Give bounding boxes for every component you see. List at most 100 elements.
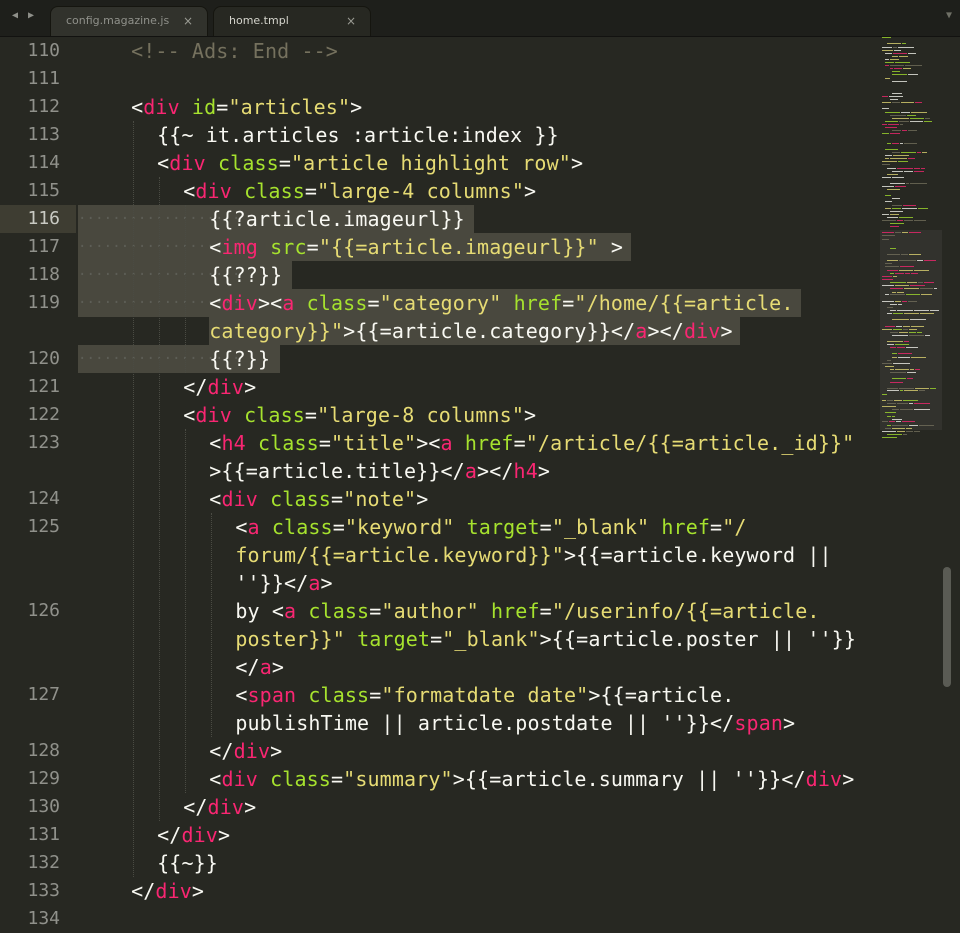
minimap-line: [892, 291, 896, 293]
code-token: >: [720, 319, 733, 343]
minimap-line: [899, 387, 914, 389]
code-line[interactable]: >{{=article.title}}</a></h4>: [209, 457, 550, 485]
line-number: 125: [27, 516, 60, 537]
code-line[interactable]: <div class="large-4 columns">: [183, 177, 536, 205]
minimap-line: [882, 49, 893, 51]
code-line[interactable]: </div>: [209, 737, 282, 765]
code-line[interactable]: {{~}}: [157, 849, 218, 877]
minimap-line: [919, 424, 935, 426]
tab-close-icon[interactable]: ×: [346, 7, 356, 35]
tab-back-icon[interactable]: ◀: [8, 9, 22, 23]
code-line[interactable]: </div>: [131, 877, 204, 905]
code-line[interactable]: <!-- Ads: End -->: [131, 37, 338, 65]
code-token: "articles": [228, 95, 351, 119]
minimap-line: [889, 272, 895, 274]
minimap-line: [882, 300, 895, 302]
minimap-line: [887, 402, 896, 404]
line-number: 131: [27, 824, 60, 845]
code-line[interactable]: <div><a class="category" href="/home/{{=…: [209, 289, 793, 317]
minimap-line: [919, 288, 933, 290]
code-line[interactable]: publishTime || article.postdate || ''}}<…: [235, 709, 795, 737]
minimap-line: [901, 43, 906, 45]
minimap-line: [907, 52, 916, 54]
line-number-gutter[interactable]: 110 111 112 113 114 115 116 117 118 119 120 121 122 1…: [0, 37, 76, 929]
code-token: <!-- Ads: End -->: [131, 39, 338, 63]
code-line[interactable]: ''}}</a>: [235, 569, 332, 597]
code-line[interactable]: <div class="summary">{{=article.summary …: [209, 765, 854, 793]
minimap-line: [887, 359, 892, 361]
indent-guide: [185, 429, 187, 793]
tab-home-tmpl[interactable]: home.tmpl ×: [213, 6, 371, 36]
tab-config-magazine[interactable]: config.magazine.js ×: [50, 6, 208, 36]
minimap-line: [887, 313, 893, 315]
minimap-line: [910, 285, 926, 287]
code-token: <: [131, 95, 144, 119]
minimap-line: [897, 46, 915, 48]
code-line[interactable]: {{??}}: [209, 261, 282, 289]
minimap-line: [884, 126, 897, 128]
code-token: <: [209, 487, 222, 511]
code-line[interactable]: category}}">{{=article.category}}</a></d…: [209, 317, 732, 345]
minimap-line: [884, 201, 893, 203]
code-token: >{{=article.: [588, 683, 735, 707]
minimap-line: [921, 152, 927, 153]
minimap-line: [896, 291, 904, 293]
code-line[interactable]: </div>: [183, 793, 256, 821]
code-token: "large-4 columns": [317, 179, 525, 203]
minimap-line: [882, 102, 892, 104]
minimap-line: [904, 340, 909, 342]
code-token: "summary": [343, 767, 453, 791]
tab-close-icon[interactable]: ×: [183, 7, 193, 35]
code-token: src: [270, 235, 307, 259]
code-token: <: [209, 235, 222, 259]
code-line[interactable]: {{?}}: [209, 345, 270, 373]
code-line[interactable]: </a>: [235, 653, 284, 681]
vertical-scrollbar[interactable]: [943, 567, 951, 687]
minimap[interactable]: [880, 37, 942, 926]
code-line[interactable]: by <a class="author" href="/userinfo/{{=…: [235, 597, 819, 625]
minimap-line: [909, 121, 923, 123]
minimap-line: [902, 325, 910, 327]
code-line[interactable]: poster}}" target="_blank">{{=article.pos…: [235, 625, 856, 653]
code-editor[interactable]: <!-- Ads: End --> <div id="articles"> {{~ …: [76, 37, 878, 926]
minimap-line: [892, 415, 896, 417]
code-token: {{??}}: [209, 263, 283, 287]
minimap-line: [889, 310, 896, 311]
minimap-line: [892, 55, 899, 57]
minimap-line: [890, 294, 906, 296]
minimap-line: [882, 176, 892, 178]
tab-forward-icon[interactable]: ▶: [24, 9, 38, 23]
minimap-line: [882, 232, 894, 234]
minimap-line: [882, 235, 896, 237]
tab-menu-icon[interactable]: ▼: [946, 10, 952, 21]
code-line[interactable]: <div class="note">: [209, 485, 428, 513]
minimap-line: [914, 310, 929, 311]
code-line[interactable]: <div class="article highlight row">: [157, 149, 583, 177]
code-line[interactable]: <span class="formatdate date">{{=article…: [235, 681, 734, 709]
minimap-line: [907, 158, 916, 160]
code-line[interactable]: <div class="large-8 columns">: [183, 401, 536, 429]
code-line[interactable]: forum/{{=article.keyword}}">{{=article.k…: [235, 541, 831, 569]
minimap-line: [892, 418, 902, 420]
code-token: ></: [647, 319, 684, 343]
code-token: </: [183, 375, 208, 399]
code-line[interactable]: <a class="keyword" target="_blank" href=…: [235, 513, 746, 541]
minimap-line: [893, 362, 910, 364]
minimap-line: [889, 114, 907, 116]
code-line[interactable]: <h4 class="title"><a href="/article/{{=a…: [209, 429, 854, 457]
code-line[interactable]: <img src="{{=article.imageurl}}" >: [209, 233, 623, 261]
code-token: span: [247, 683, 297, 707]
minimap-line: [908, 74, 918, 76]
minimap-line: [901, 111, 911, 113]
code-line[interactable]: {{~ it.articles :article:index }}: [157, 121, 559, 149]
code-line[interactable]: </div>: [183, 373, 256, 401]
code-line[interactable]: {{?article.imageurl}}: [209, 205, 465, 233]
code-line[interactable]: <div id="articles">: [131, 93, 362, 121]
code-line[interactable]: </div>: [157, 821, 230, 849]
code-token: id: [191, 95, 217, 119]
minimap-line: [897, 303, 903, 305]
